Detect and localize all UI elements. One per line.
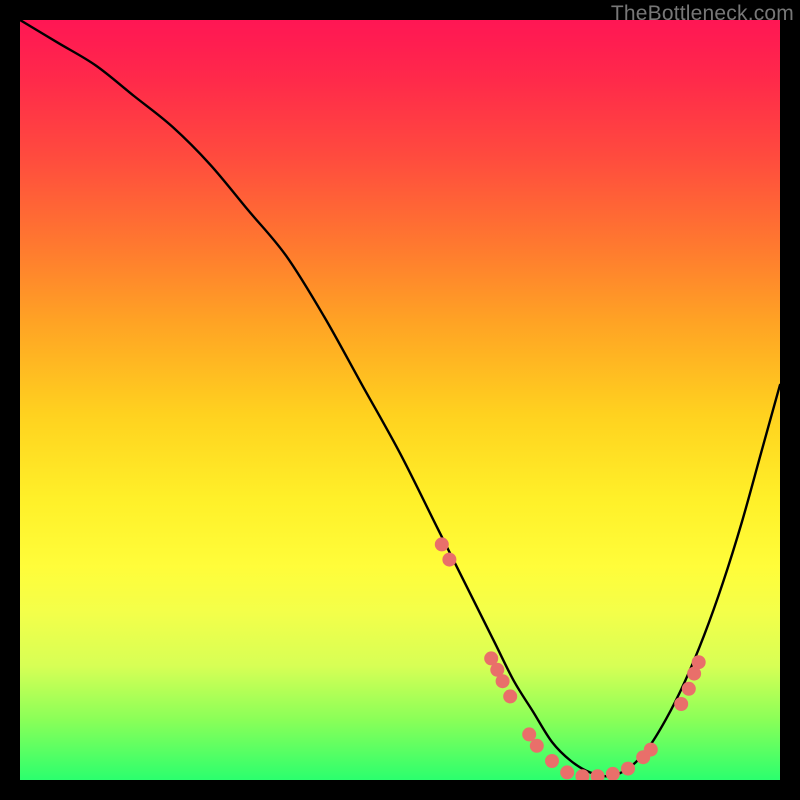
marker-dot: [591, 769, 605, 780]
marker-dot: [606, 767, 620, 780]
marker-dot: [644, 743, 658, 757]
marker-dot: [545, 754, 559, 768]
chart-frame: TheBottleneck.com: [0, 0, 800, 800]
marker-dot: [560, 765, 574, 779]
marker-dot: [435, 537, 449, 551]
marker-dot: [496, 674, 510, 688]
marker-group: [435, 537, 706, 780]
plot-area: [20, 20, 780, 780]
marker-dot: [692, 655, 706, 669]
curve-layer: [20, 20, 780, 780]
marker-dot: [682, 682, 696, 696]
marker-dot: [503, 689, 517, 703]
marker-dot: [674, 697, 688, 711]
marker-dot: [522, 727, 536, 741]
marker-dot: [442, 553, 456, 567]
marker-dot: [621, 762, 635, 776]
bottleneck-curve: [20, 20, 780, 776]
marker-dot: [530, 739, 544, 753]
watermark-text: TheBottleneck.com: [611, 2, 794, 26]
